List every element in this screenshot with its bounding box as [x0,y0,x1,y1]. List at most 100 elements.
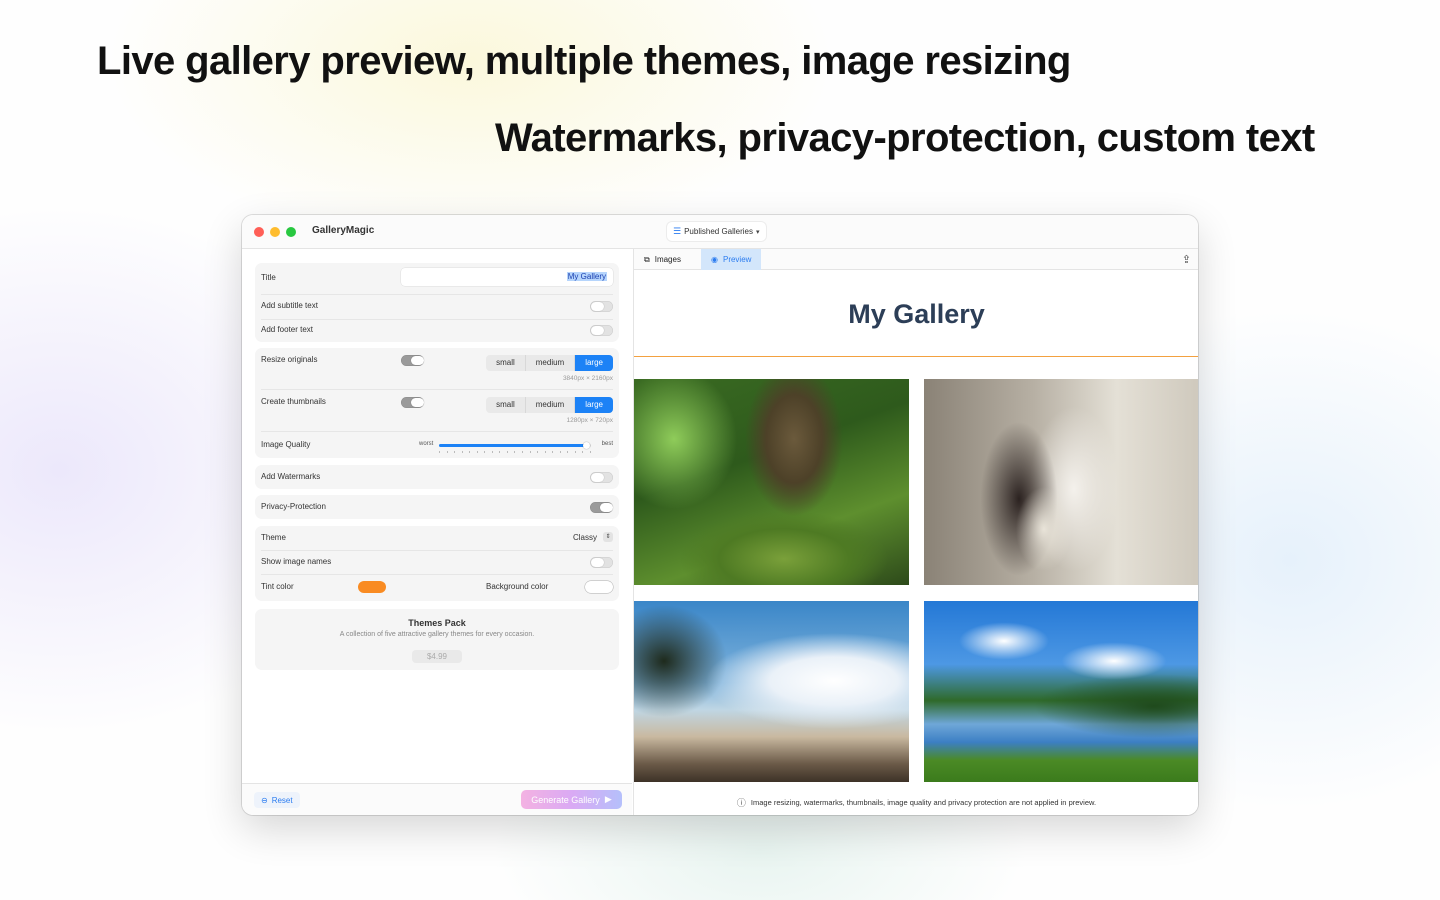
eye-icon: ◉ [711,255,718,264]
divider [261,294,613,295]
tab-preview[interactable]: ◉ Preview [701,249,762,270]
themes-pack-card: Themes Pack A collection of five attract… [255,609,619,670]
footer-text-row: Add footer text [261,325,613,337]
forest-lake-photo[interactable] [924,601,1198,782]
footer-text-label: Add footer text [261,325,314,334]
published-galleries-menu[interactable]: ☰ Published Galleries ▾ [667,222,766,241]
tint-color-label: Tint color [261,582,294,591]
tab-images-label: Images [654,255,681,264]
info-icon: ⓘ [736,798,746,808]
resize-option-medium[interactable]: medium [526,355,576,371]
privacy-toggle[interactable] [590,502,613,513]
zoom-window-button[interactable] [286,227,296,237]
thumbnail-option-medium[interactable]: medium [526,397,576,413]
watermarks-toggle[interactable] [590,472,613,483]
preview-notice-text: Image resizing, watermarks, thumbnails, … [750,798,1097,807]
quality-row: Image Quality worst best [261,440,613,454]
theme-popup[interactable]: Classy ⇕ [573,532,613,542]
preview-notice: ⓘ Image resizing, watermarks, thumbnails… [634,790,1198,815]
generate-gallery-label: Generate Gallery [531,794,600,805]
footer-text-toggle[interactable] [590,325,613,336]
thumbnail-option-large[interactable]: large [575,397,613,413]
watermarks-group: Add Watermarks [255,465,619,489]
gallery-header: My Gallery [634,271,1198,357]
up-down-arrows-icon: ⇕ [603,532,613,542]
minimize-window-button[interactable] [270,227,280,237]
themes-pack-description: A collection of five attractive gallery … [339,631,535,638]
theme-value: Classy [572,532,597,542]
resize-toggle[interactable] [401,355,424,366]
privacy-row: Privacy-Protection [261,502,613,514]
show-names-toggle[interactable] [590,557,613,568]
quality-ticks [439,451,591,453]
tab-images[interactable]: ⧉ Images [634,249,691,270]
preview-pane: ⧉ Images ◉ Preview ⇪ My Gallery ⓘ Image … [633,249,1198,815]
quality-slider[interactable]: worst best [419,440,613,453]
wedding-couple-photo[interactable] [924,379,1198,585]
reset-label: Reset [271,795,293,805]
reset-icon: ⊖ [261,795,268,805]
theme-row: Theme Classy ⇕ [261,532,613,545]
show-names-label: Show image names [261,557,332,566]
app-title: GalleryMagic [312,225,375,236]
app-window: GalleryMagic ☰ Published Galleries ▾ Tit… [242,215,1198,815]
headline-primary: Live gallery preview, multiple themes, i… [97,39,1071,83]
forest-tree-photo[interactable] [634,379,909,585]
settings-footer: ⊖ Reset Generate Gallery ▶ [242,783,632,815]
resize-dimensions: 3840px × 2160px [562,375,613,382]
title-bar: GalleryMagic ☰ Published Galleries ▾ [242,215,1198,249]
background-color-label: Background color [486,582,549,591]
resize-option-small[interactable]: small [486,355,526,371]
show-names-row: Show image names [261,557,613,569]
theme-label: Theme [261,533,286,542]
tab-preview-label: Preview [722,255,752,264]
photo-stack-icon: ⧉ [644,254,650,264]
thumbnails-toggle[interactable] [401,397,424,408]
image-settings-group: Resize originals small medium large 3840… [255,348,619,458]
resize-size-picker[interactable]: small medium large [486,355,613,371]
divider [261,574,613,575]
reset-button[interactable]: ⊖ Reset [254,792,300,808]
background-color-well[interactable] [585,581,613,593]
subtitle-label: Add subtitle text [261,301,318,310]
tropical-beach-photo[interactable] [634,601,909,782]
list-icon: ☰ [673,226,682,236]
watermarks-row: Add Watermarks [261,472,613,484]
subtitle-toggle[interactable] [590,301,613,312]
play-icon: ▶ [604,794,612,804]
themes-pack-title: Themes Pack [408,618,466,628]
thumbnails-label: Create thumbnails [261,397,326,406]
quality-min-label: worst [419,441,434,447]
thumbnail-option-small[interactable]: small [486,397,526,413]
quality-label: Image Quality [261,440,311,449]
title-label: Title [261,273,276,282]
resize-row: Resize originals small medium large 3840… [261,355,613,387]
quality-slider-track[interactable] [439,442,591,449]
share-icon[interactable]: ⇪ [1182,253,1191,266]
colors-row: Tint color Background color [261,581,613,596]
preview-tab-bar: ⧉ Images ◉ Preview ⇪ [634,249,1198,270]
watermarks-label: Add Watermarks [261,472,321,481]
generate-gallery-button[interactable]: Generate Gallery ▶ [521,790,622,809]
quality-slider-knob[interactable] [583,442,591,449]
subtitle-row: Add subtitle text [261,301,613,313]
title-input-value: My Gallery [566,272,607,281]
theme-group: Theme Classy ⇕ Show image names Tint col… [255,526,619,601]
tint-color-well[interactable] [358,581,386,593]
text-settings-group: Title My Gallery Add subtitle text Add f… [255,263,619,342]
settings-pane: Title My Gallery Add subtitle text Add f… [242,249,632,783]
thumbnail-dimensions: 1280px × 720px [566,417,613,424]
title-input[interactable]: My Gallery [401,268,613,286]
quality-slider-fill [439,444,587,447]
divider [261,319,613,320]
gallery-title: My Gallery [848,299,985,329]
thumbnail-size-picker[interactable]: small medium large [486,397,613,413]
divider [261,389,613,390]
resize-option-large[interactable]: large [575,355,613,371]
chevron-down-icon: ▾ [756,228,760,236]
divider [261,550,613,551]
close-window-button[interactable] [254,227,264,237]
privacy-label: Privacy-Protection [261,502,326,511]
themes-pack-buy-button[interactable]: $4.99 [412,650,462,663]
thumbnails-row: Create thumbnails small medium large 128… [261,397,613,429]
